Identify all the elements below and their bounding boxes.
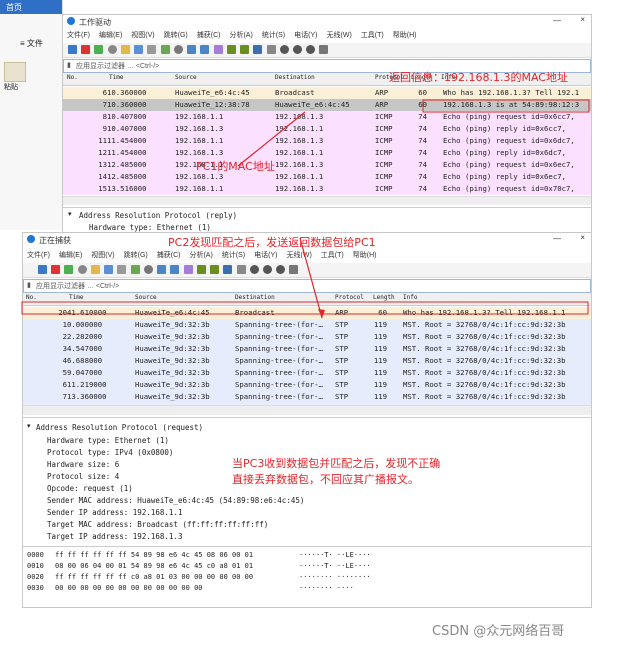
annotation-pc3-line2: 直接丢弃数据包，不回应其广播报文。 (232, 473, 419, 486)
annotation-pc2-match: PC2发现匹配之后，发送返回数据包给PC1 (168, 236, 376, 249)
highlight-box-arp-reply (422, 99, 590, 113)
annotation-overlay (21, 99, 590, 319)
annotation-return-info: 返回信息：192.168.1.3的MAC地址 (389, 71, 568, 84)
highlight-box-arp-request (21, 301, 589, 315)
arrow-pc2-reply (299, 237, 323, 319)
annotation-pc3-line1: 当PC3收到数据包并匹配之后，发现不正确 (232, 457, 441, 470)
watermark: CSDN @众元网络百哥 (432, 624, 565, 639)
annotation-pc1-mac: PC1的MAC地址 (196, 160, 275, 173)
